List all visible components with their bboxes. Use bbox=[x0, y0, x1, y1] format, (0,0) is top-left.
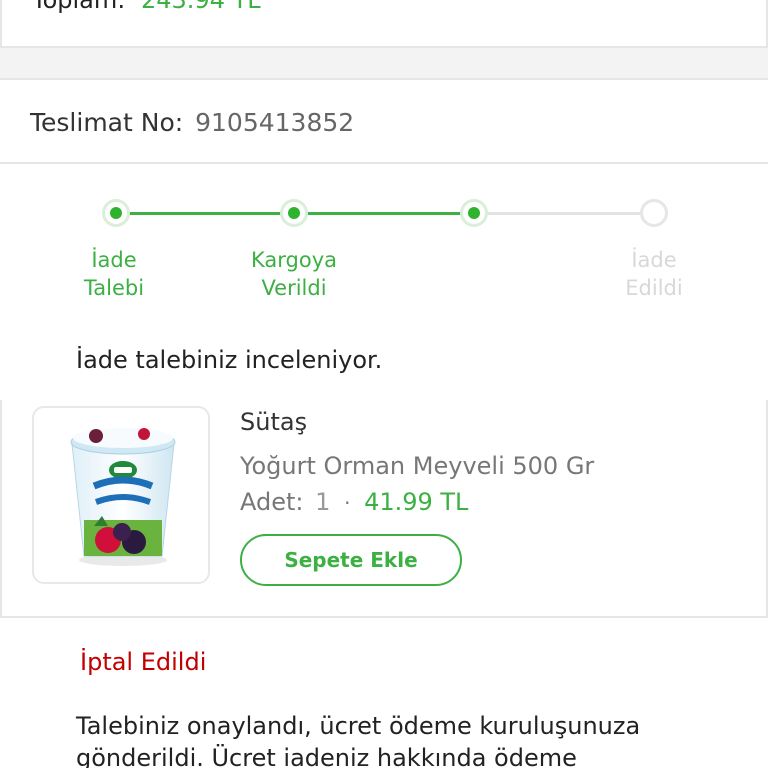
step-dot-returned bbox=[640, 199, 668, 227]
cancellation-description: Talebiniz onaylandı, ücret ödeme kuruluş… bbox=[76, 712, 641, 768]
section-gap bbox=[0, 48, 768, 78]
step-label-line: Kargoya bbox=[250, 248, 337, 272]
delivery-number-value: 9105413852 bbox=[195, 108, 355, 137]
step-dot-return-request bbox=[102, 199, 130, 227]
delivery-number-label: Teslimat No: bbox=[30, 108, 184, 137]
order-summary-card: Toplam: 243.94 TL bbox=[0, 0, 768, 48]
add-to-cart-button[interactable]: Sepete Ekle bbox=[240, 534, 462, 586]
delivery-number-row: Teslimat No: 9105413852 bbox=[30, 108, 354, 137]
product-brand: Sütaş bbox=[240, 408, 308, 436]
product-name: Yoğurt Orman Meyveli 500 Gr bbox=[240, 452, 595, 480]
section-divider bbox=[0, 616, 768, 618]
step-label-line: Talebi bbox=[83, 276, 145, 300]
quantity-value: 1 bbox=[315, 488, 331, 516]
order-total-label: Toplam: bbox=[32, 0, 126, 14]
product-quantity-price: Adet: 1 · 41.99 TL bbox=[240, 488, 468, 516]
delivery-header: Teslimat No: 9105413852 bbox=[0, 78, 768, 164]
step-dot-shipped bbox=[280, 199, 308, 227]
step-dot-step-3 bbox=[460, 199, 488, 227]
yogurt-cup-icon bbox=[70, 428, 176, 566]
product-card: Sütaş Yoğurt Orman Meyveli 500 Gr Adet: … bbox=[0, 400, 768, 618]
return-progress-tracker: İade Talebi Kargoya Verildi İade Edildi bbox=[0, 190, 768, 310]
step-label-line: Verildi bbox=[261, 276, 327, 300]
progress-line-1 bbox=[116, 212, 294, 215]
return-status-message: İade talebiniz inceleniyor. bbox=[76, 346, 383, 374]
order-total-value: 243.94 TL bbox=[140, 0, 261, 14]
separator-dot: · bbox=[344, 491, 351, 515]
step-label-returned: İade Edildi bbox=[584, 246, 724, 302]
step-label-line: İade bbox=[91, 248, 137, 272]
order-total-row: Toplam: 243.94 TL bbox=[32, 0, 261, 14]
step-label-line: İade bbox=[631, 248, 677, 272]
progress-line-3 bbox=[474, 212, 654, 215]
yogurt-cup-image[interactable] bbox=[32, 406, 210, 584]
cancellation-status: İptal Edildi bbox=[80, 648, 207, 676]
step-label-return-request: İade Talebi bbox=[44, 246, 184, 302]
progress-line-2 bbox=[294, 212, 474, 215]
step-label-line: Edildi bbox=[625, 276, 683, 300]
quantity-label: Adet: bbox=[240, 488, 304, 516]
step-label-shipped: Kargoya Verildi bbox=[224, 246, 364, 302]
product-price: 41.99 TL bbox=[364, 488, 469, 516]
